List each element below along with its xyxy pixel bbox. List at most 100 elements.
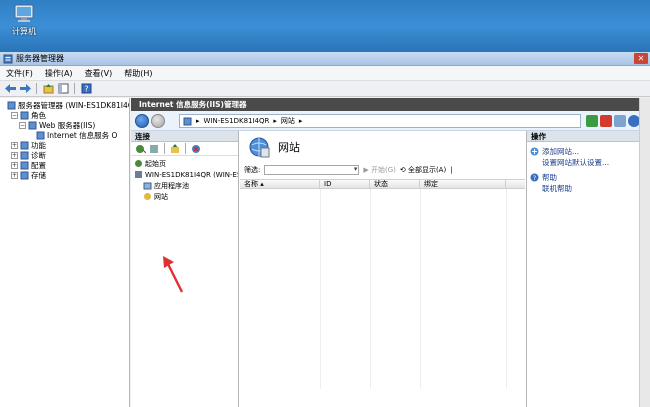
- svg-text:?: ?: [533, 174, 536, 182]
- grid-line: [506, 189, 507, 389]
- tree-item[interactable]: − Web 服务器(IIS): [0, 120, 129, 130]
- expand-toggle[interactable]: +: [11, 161, 18, 169]
- delete-connection-icon[interactable]: [190, 143, 202, 155]
- stop-icon[interactable]: [600, 115, 612, 127]
- tree-item-label: 配置: [31, 160, 46, 170]
- set-site-defaults-action[interactable]: 设置网站默认设置...: [527, 157, 650, 168]
- online-help-action[interactable]: 联机帮助: [527, 183, 650, 194]
- tree-item-label: Internet 信息服务 O: [47, 130, 118, 140]
- iis-navigation-bar: ▸ WIN-ES1DK81I4QR ▸ 网站 ▸: [131, 111, 650, 131]
- save-icon[interactable]: [148, 143, 160, 155]
- console-tree-icon: [58, 83, 68, 94]
- address-sep: ▸: [196, 117, 200, 125]
- menu-file[interactable]: 文件(F): [6, 68, 33, 79]
- expand-toggle[interactable]: −: [11, 111, 18, 119]
- address-sep: ▸: [273, 117, 277, 125]
- connect-icon[interactable]: [134, 143, 146, 155]
- tree-item-label: 功能: [31, 140, 46, 150]
- menu-view[interactable]: 查看(V): [85, 68, 113, 79]
- desktop-background: 计算机: [0, 0, 650, 52]
- expand-toggle[interactable]: +: [11, 141, 18, 149]
- column-status[interactable]: 状态: [370, 180, 420, 188]
- menu-action[interactable]: 操作(A): [45, 68, 73, 79]
- tree-item[interactable]: + 存储: [0, 170, 129, 180]
- add-site-action[interactable]: 添加网站...: [527, 146, 650, 157]
- help-icon: ?: [530, 173, 539, 182]
- tree-item[interactable]: + 功能: [0, 140, 129, 150]
- toolbar-separator: [164, 143, 165, 154]
- help-toolbar-button[interactable]: ?: [80, 83, 92, 95]
- forward-arrow-icon: [19, 84, 31, 93]
- menu-bar: 文件(F) 操作(A) 查看(V) 帮助(H): [0, 66, 650, 81]
- sites-grid-body[interactable]: [240, 189, 525, 389]
- up-icon[interactable]: [169, 143, 181, 155]
- tree-item-label: Web 服务器(IIS): [39, 120, 96, 130]
- show-hide-tree-button[interactable]: [57, 83, 69, 95]
- main-toolbar: ?: [0, 81, 650, 97]
- online-help-label: 联机帮助: [542, 184, 572, 193]
- address-segment-server[interactable]: WIN-ES1DK81I4QR: [204, 117, 270, 125]
- toolbar-separator: [74, 83, 75, 94]
- connection-tree-label: WIN-ES1DK81I4QR (WIN-ES: [145, 170, 238, 179]
- column-binding[interactable]: 绑定: [420, 180, 506, 188]
- column-id[interactable]: ID: [320, 180, 370, 188]
- iis-panel-title: Internet 信息服务(IIS)管理器: [131, 98, 650, 111]
- tree-item[interactable]: 服务器管理器 (WIN-ES1DK81I4Q: [0, 100, 129, 110]
- window-title: 服务器管理器: [16, 54, 64, 63]
- sites-globe-icon: [249, 137, 270, 158]
- grid-line: [370, 189, 371, 389]
- tree-node-icon: [20, 161, 29, 169]
- address-sep: ▸: [298, 117, 303, 125]
- desktop-icon-label: 计算机: [12, 27, 36, 36]
- grid-line: [420, 189, 421, 389]
- column-name[interactable]: 名称 ▴: [240, 180, 320, 188]
- tree-item[interactable]: − 角色: [0, 110, 129, 120]
- tree-item[interactable]: + 配置: [0, 160, 129, 170]
- tree-item[interactable]: + 诊断: [0, 150, 129, 160]
- tree-node-icon: [36, 131, 45, 139]
- start-filter-button[interactable]: ▶ 开始(G): [363, 165, 396, 175]
- menu-help[interactable]: 帮助(H): [124, 68, 152, 79]
- actions-header: 操作: [527, 131, 650, 142]
- tree-node-icon: [20, 151, 29, 159]
- connection-node-icon: [135, 160, 142, 167]
- help-action[interactable]: ? 帮助: [527, 172, 650, 183]
- folder-up-icon: [43, 84, 53, 94]
- back-button[interactable]: [4, 83, 16, 95]
- connection-tree-item[interactable]: 网站: [131, 191, 238, 202]
- forward-button[interactable]: [19, 83, 31, 95]
- tree-node-icon: [7, 101, 16, 109]
- expand-toggle[interactable]: −: [19, 121, 26, 129]
- desktop-computer-shortcut[interactable]: 计算机: [6, 4, 42, 37]
- show-all-button[interactable]: ⟲ 全部显示(A): [400, 165, 446, 175]
- connection-tree-item[interactable]: 应用程序池: [131, 180, 238, 191]
- home-icon[interactable]: [614, 115, 626, 127]
- toolbar-separator: [185, 143, 186, 154]
- window-scrollbar[interactable]: [639, 98, 650, 407]
- connection-tree-item[interactable]: 起始页: [131, 158, 238, 169]
- connections-header: 连接: [131, 131, 238, 142]
- iis-back-button[interactable]: [135, 114, 149, 128]
- set-site-defaults-label: 设置网站默认设置...: [542, 158, 610, 167]
- filter-label: 筛选:: [244, 165, 261, 174]
- filter-bar: 筛选: ▶ 开始(G) ⟲ 全部显示(A) |: [240, 163, 525, 176]
- show-all-label: 全部显示(A): [407, 165, 447, 174]
- address-bar[interactable]: ▸ WIN-ES1DK81I4QR ▸ 网站 ▸: [179, 114, 581, 128]
- address-segment-sites[interactable]: 网站: [281, 116, 295, 126]
- server-manager-window: 服务器管理器 ✕ 文件(F) 操作(A) 查看(V) 帮助(H) ? 服务器管理…: [0, 52, 650, 407]
- up-level-button[interactable]: [42, 83, 54, 95]
- features-title: 网站: [278, 141, 300, 154]
- sites-features-view: 网站 筛选: ▶ 开始(G) ⟲ 全部显示(A) | 名称 ▴ ID 状态 绑定: [240, 131, 525, 407]
- refresh-icon[interactable]: [586, 115, 598, 127]
- connection-tree-label: 应用程序池: [154, 181, 189, 190]
- server-manager-icon: [3, 54, 13, 63]
- window-titlebar[interactable]: 服务器管理器 ✕: [0, 52, 650, 66]
- expand-toggle[interactable]: +: [11, 151, 18, 159]
- add-site-icon: [530, 147, 539, 156]
- tree-item[interactable]: Internet 信息服务 O: [0, 130, 129, 140]
- close-button[interactable]: ✕: [634, 53, 648, 64]
- iis-forward-button[interactable]: [151, 114, 165, 128]
- filter-input[interactable]: [264, 164, 360, 175]
- connection-tree-item[interactable]: WIN-ES1DK81I4QR (WIN-ES: [131, 169, 238, 180]
- expand-toggle[interactable]: +: [11, 171, 18, 179]
